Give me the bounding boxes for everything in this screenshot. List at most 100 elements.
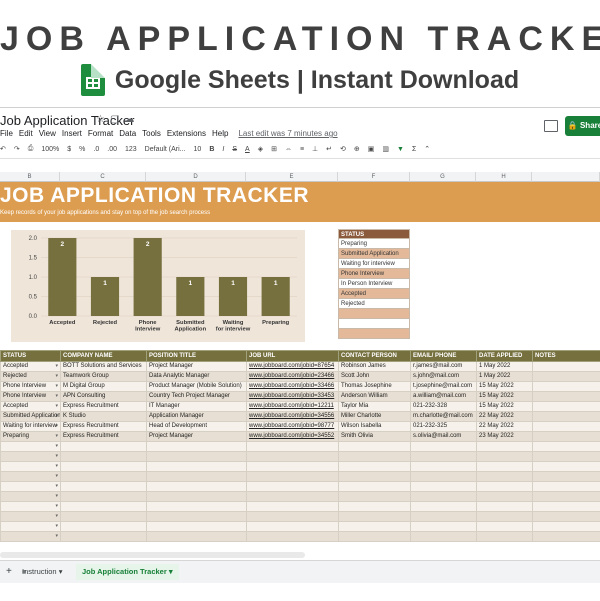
table-cell[interactable]: [533, 482, 600, 492]
table-cell[interactable]: [147, 502, 247, 512]
table-cell[interactable]: Express Recruitment: [61, 422, 147, 432]
table-cell[interactable]: BOTT Solutions and Services: [61, 362, 147, 372]
number-format-select[interactable]: 123: [125, 146, 137, 153]
table-cell[interactable]: [247, 492, 339, 502]
table-cell[interactable]: Data Analytic Manager: [147, 372, 247, 382]
last-edit-link[interactable]: Last edit was 7 minutes ago: [238, 129, 337, 138]
text-color-button[interactable]: A: [245, 146, 250, 153]
table-cell[interactable]: [477, 472, 533, 482]
table-cell[interactable]: Miller Charlotte: [339, 412, 411, 422]
table-cell[interactable]: [533, 442, 600, 452]
status-dropdown-icon[interactable]: ▾: [55, 512, 58, 521]
table-cell[interactable]: [533, 392, 600, 402]
table-cell[interactable]: Head of Development: [147, 422, 247, 432]
table-cell[interactable]: K Studio: [61, 412, 147, 422]
table-cell[interactable]: www.jobboard.com/jobid=33453: [247, 392, 339, 402]
table-cell[interactable]: www.jobboard.com/jobid=87654: [247, 362, 339, 372]
status-dropdown-icon[interactable]: ▾: [55, 432, 58, 441]
table-header-cell[interactable]: COMPANY NAME: [61, 351, 147, 362]
table-cell[interactable]: [61, 502, 147, 512]
table-cell[interactable]: Taylor Mia: [339, 402, 411, 412]
table-cell[interactable]: ▾Rejected: [1, 372, 61, 382]
table-header-cell[interactable]: CONTACT PERSON: [339, 351, 411, 362]
table-cell[interactable]: s.john@mail.com: [411, 372, 477, 382]
table-cell[interactable]: [147, 512, 247, 522]
increase-decimal-button[interactable]: .00: [107, 146, 117, 153]
table-cell[interactable]: [247, 522, 339, 532]
table-cell[interactable]: [411, 532, 477, 542]
table-cell[interactable]: [147, 522, 247, 532]
table-cell[interactable]: www.jobboard.com/jobid=34556: [247, 412, 339, 422]
redo-icon[interactable]: ↷: [14, 145, 20, 153]
table-cell[interactable]: 15 May 2022: [477, 382, 533, 392]
table-cell[interactable]: ▾: [1, 472, 61, 482]
table-cell[interactable]: Thomas Josephine: [339, 382, 411, 392]
table-cell[interactable]: [533, 492, 600, 502]
table-cell[interactable]: [477, 532, 533, 542]
table-cell[interactable]: [247, 442, 339, 452]
comment-add-icon[interactable]: ▣: [368, 145, 375, 153]
table-cell[interactable]: www.jobboard.com/jobid=98777: [247, 422, 339, 432]
menu-file[interactable]: File: [0, 129, 13, 138]
table-cell[interactable]: ▾: [1, 482, 61, 492]
menu-format[interactable]: Format: [88, 129, 113, 138]
table-cell[interactable]: Smith Olivia: [339, 432, 411, 442]
table-cell[interactable]: Robinson James: [339, 362, 411, 372]
collapse-toolbar-icon[interactable]: ⌃: [424, 145, 430, 153]
zoom-select[interactable]: 100%: [41, 146, 59, 153]
table-cell[interactable]: [411, 462, 477, 472]
table-cell[interactable]: [339, 462, 411, 472]
table-cell[interactable]: [61, 512, 147, 522]
table-cell[interactable]: www.jobboard.com/jobid=34552: [247, 432, 339, 442]
table-cell[interactable]: [339, 532, 411, 542]
filter-icon[interactable]: ▼: [397, 146, 404, 153]
table-cell[interactable]: ▾Accepted: [1, 402, 61, 412]
chart-insert-icon[interactable]: ▥: [382, 145, 389, 153]
currency-format-button[interactable]: $: [67, 146, 71, 153]
column-header-f[interactable]: F: [338, 172, 410, 182]
table-cell[interactable]: [339, 522, 411, 532]
table-cell[interactable]: [61, 462, 147, 472]
status-dropdown-icon[interactable]: ▾: [55, 532, 58, 541]
table-cell[interactable]: [247, 472, 339, 482]
status-bar-chart[interactable]: 0.00.51.01.52.02Accepted1Rejected2PhoneI…: [11, 230, 305, 342]
table-cell[interactable]: ▾Preparing: [1, 432, 61, 442]
status-dropdown-icon[interactable]: ▾: [55, 492, 58, 501]
align-icon[interactable]: ≡: [300, 146, 304, 153]
tab-dropdown-icon[interactable]: ▾: [59, 567, 63, 576]
table-cell[interactable]: 1 May 2022: [477, 372, 533, 382]
table-cell[interactable]: www.jobboard.com/jobid=33466: [247, 382, 339, 392]
font-size-select[interactable]: 10: [194, 146, 202, 153]
table-cell[interactable]: ▾: [1, 462, 61, 472]
table-cell[interactable]: Scott John: [339, 372, 411, 382]
table-header-cell[interactable]: POSITION TITLE: [147, 351, 247, 362]
table-cell[interactable]: Application Manager: [147, 412, 247, 422]
table-cell[interactable]: [533, 522, 600, 532]
column-header-g[interactable]: G: [410, 172, 476, 182]
table-cell[interactable]: 021-232-328: [411, 402, 477, 412]
table-cell[interactable]: [339, 482, 411, 492]
percent-format-button[interactable]: %: [79, 146, 85, 153]
table-cell[interactable]: [61, 482, 147, 492]
column-header-b[interactable]: B: [0, 172, 60, 182]
table-cell[interactable]: m.charlotte@mail.com: [411, 412, 477, 422]
table-cell[interactable]: ▾: [1, 512, 61, 522]
column-header-e[interactable]: E: [246, 172, 338, 182]
status-dropdown-icon[interactable]: ▾: [55, 392, 58, 401]
table-cell[interactable]: ▾: [1, 532, 61, 542]
status-dropdown-icon[interactable]: ▾: [55, 382, 58, 391]
add-sheet-icon[interactable]: +: [6, 564, 12, 580]
table-cell[interactable]: ▾Waiting for interview: [1, 422, 61, 432]
table-cell[interactable]: www.jobboard.com/jobid=23466: [247, 372, 339, 382]
table-cell[interactable]: [147, 482, 247, 492]
table-cell[interactable]: [339, 492, 411, 502]
table-cell[interactable]: Wilson Isabella: [339, 422, 411, 432]
valign-icon[interactable]: ⊥: [312, 145, 318, 153]
table-cell[interactable]: www.jobboard.com/jobid=12211: [247, 402, 339, 412]
table-cell[interactable]: [247, 532, 339, 542]
table-header-cell[interactable]: DATE APPLIED: [477, 351, 533, 362]
table-cell[interactable]: Project Manager: [147, 432, 247, 442]
column-header-h[interactable]: H: [476, 172, 532, 182]
table-cell[interactable]: [533, 472, 600, 482]
table-cell[interactable]: [477, 482, 533, 492]
